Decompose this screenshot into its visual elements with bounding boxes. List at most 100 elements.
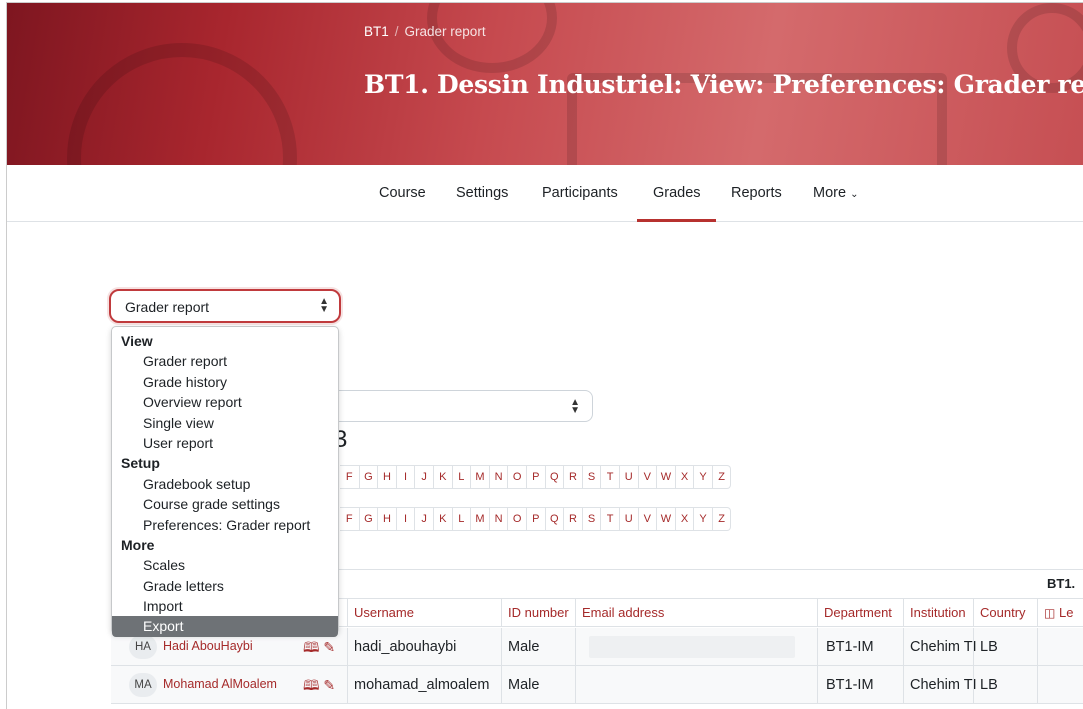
group-select[interactable]: s ▲▼ — [325, 390, 593, 422]
initial-filter-letter[interactable]: L — [451, 508, 471, 530]
initial-filter-letter[interactable]: M — [470, 508, 489, 530]
dropdown-option[interactable]: Preferences: Grader report — [112, 515, 338, 535]
tab-reports[interactable]: Reports — [731, 185, 782, 201]
initial-filter-letter[interactable]: F — [340, 508, 359, 530]
student-name-link[interactable]: Mohamad AlMoalem — [163, 677, 277, 691]
dropdown-group-label: More — [121, 536, 155, 553]
initial-filter-letter[interactable]: N — [488, 466, 508, 488]
initial-filter-letter[interactable]: M — [470, 466, 489, 488]
course-nav: Course Settings Participants Grades Repo… — [7, 165, 1083, 222]
country-cell: LB — [973, 666, 1037, 704]
initial-filter-letter[interactable]: P — [525, 508, 545, 530]
column-header-grade-item[interactable]: ◫ Le — [1037, 599, 1083, 627]
initial-filter-letter[interactable]: T — [600, 508, 619, 530]
report-select-dropdown: View Grader report Grade history Overview r… — [111, 326, 339, 637]
dropdown-group-label: Setup — [121, 455, 160, 472]
dropdown-option[interactable]: Course grade settings — [112, 494, 338, 514]
initial-filter-letter[interactable]: Q — [544, 466, 564, 488]
pencil-icon[interactable]: ✎ — [323, 677, 335, 693]
initial-filter-letter[interactable]: V — [637, 508, 657, 530]
institution-cell: Chehim TI — [903, 628, 977, 666]
table-row: MA Mohamad AlMoalem 🕮 ✎ mohamad_almoalem… — [111, 666, 1083, 704]
initial-filter-letter[interactable]: O — [507, 508, 526, 530]
initial-filter-letter[interactable]: U — [618, 508, 638, 530]
initial-filter-letter[interactable]: N — [488, 508, 508, 530]
dropdown-group-label: View — [121, 333, 153, 349]
avatar[interactable]: HA — [129, 635, 157, 659]
initial-filter-letter[interactable]: L — [451, 466, 471, 488]
initial-filter-letter[interactable]: Q — [544, 508, 564, 530]
tab-course[interactable]: Course — [379, 185, 426, 201]
dropdown-option[interactable]: Grade history — [112, 372, 338, 392]
report-select[interactable]: Grader report ▲ ▼ — [109, 289, 341, 323]
course-banner: BT1 / Grader report BT1. Dessin Industriel… — [7, 3, 1083, 165]
dropdown-option[interactable]: Grade letters — [112, 576, 338, 596]
initial-filter-letter[interactable]: S — [581, 466, 601, 488]
initial-filter-letter[interactable]: V — [637, 466, 657, 488]
initial-filter-letter[interactable]: P — [525, 466, 545, 488]
initial-filter-letter[interactable]: Z — [711, 508, 731, 530]
column-header-institution[interactable]: Institution — [903, 599, 973, 627]
initial-filter-letter[interactable]: X — [674, 466, 694, 488]
initial-filter-letter[interactable]: W — [656, 508, 675, 530]
dropdown-option[interactable]: Scales — [112, 555, 338, 575]
initial-filter-letter[interactable]: G — [358, 508, 378, 530]
initial-filter-letter[interactable]: K — [432, 508, 452, 530]
breadcrumb-course-link[interactable]: BT1 — [364, 24, 389, 39]
chevron-down-icon: ⌄ — [850, 189, 859, 200]
initial-filter-letter[interactable]: Z — [711, 466, 731, 488]
dropdown-option[interactable]: Single view — [112, 413, 338, 433]
book-icon[interactable]: 🕮 — [303, 677, 320, 693]
email-cell-highlight — [589, 636, 795, 658]
column-header-username[interactable]: Username — [347, 599, 501, 627]
breadcrumb-current[interactable]: Grader report — [405, 24, 486, 39]
dropdown-option[interactable]: Import — [112, 596, 338, 616]
tab-settings[interactable]: Settings — [456, 185, 508, 201]
breadcrumb: BT1 / Grader report — [364, 24, 486, 39]
column-header-email[interactable]: Email address — [575, 599, 817, 627]
dropdown-option[interactable]: Gradebook setup — [112, 474, 338, 494]
avatar[interactable]: MA — [129, 673, 157, 697]
column-header-id-number[interactable]: ID number — [501, 599, 575, 627]
dropdown-option[interactable]: User report — [112, 433, 338, 453]
column-header-department[interactable]: Department — [817, 599, 903, 627]
grade-cell[interactable] — [1037, 666, 1083, 704]
initial-filter-letter[interactable]: Y — [693, 508, 712, 530]
initial-filter-letter[interactable]: K — [432, 466, 452, 488]
select-arrows-icon: ▲ ▼ — [570, 397, 580, 416]
tab-grades[interactable]: Grades — [653, 185, 701, 201]
initial-filter-letter[interactable]: W — [656, 466, 675, 488]
initial-filter-letter[interactable]: H — [377, 508, 396, 530]
initial-filter-letter[interactable]: R — [563, 508, 582, 530]
department-cell: BT1-IM — [817, 628, 903, 666]
initial-filter-letter[interactable]: I — [395, 466, 415, 488]
initial-filter-letter[interactable]: H — [377, 466, 396, 488]
tab-more[interactable]: More ⌄ — [813, 185, 858, 201]
email-cell — [575, 666, 817, 704]
book-icon[interactable]: 🕮 — [303, 639, 320, 655]
column-header-country[interactable]: Country — [973, 599, 1037, 627]
initial-filter-letter[interactable]: U — [618, 466, 638, 488]
dropdown-option[interactable]: Grader report — [112, 351, 338, 371]
initial-filter-letter[interactable]: G — [358, 466, 378, 488]
initial-filter-letter[interactable]: O — [507, 466, 526, 488]
grade-category-header: BT1. — [1047, 576, 1076, 591]
initial-filter-letter[interactable]: J — [414, 508, 433, 530]
initial-filter-letter[interactable]: I — [395, 508, 415, 530]
breadcrumb-separator: / — [394, 24, 399, 39]
id-number-cell: Male — [501, 628, 575, 666]
grade-cell[interactable] — [1037, 628, 1083, 666]
pencil-icon[interactable]: ✎ — [323, 639, 335, 655]
student-name-link[interactable]: Hadi AbouHaybi — [163, 639, 253, 653]
dropdown-option[interactable]: Export — [112, 616, 338, 637]
initial-filter-letter[interactable]: X — [674, 508, 694, 530]
tab-participants[interactable]: Participants — [542, 185, 618, 201]
username-cell: mohamad_almoalem — [347, 666, 501, 704]
initial-filter-letter[interactable]: Y — [693, 466, 712, 488]
initial-filter-letter[interactable]: J — [414, 466, 433, 488]
initial-filter-letter[interactable]: F — [340, 466, 359, 488]
dropdown-option[interactable]: Overview report — [112, 392, 338, 412]
initial-filter-letter[interactable]: R — [563, 466, 582, 488]
initial-filter-letter[interactable]: S — [581, 508, 601, 530]
initial-filter-letter[interactable]: T — [600, 466, 619, 488]
